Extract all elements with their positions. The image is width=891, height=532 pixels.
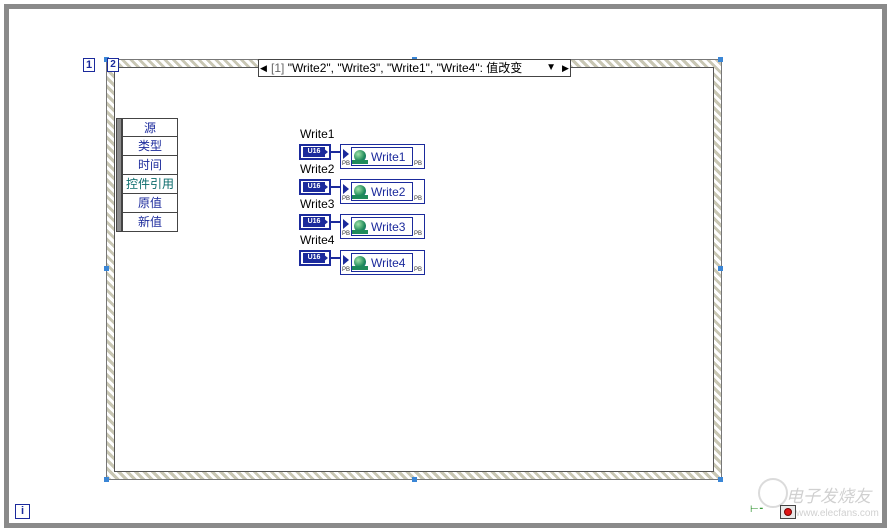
- property-ref: Write4: [351, 253, 413, 272]
- pb-label-right: PB: [413, 196, 422, 202]
- property-node[interactable]: Write2 PB PB: [340, 179, 425, 204]
- event-timeout-terminal[interactable]: 2: [107, 58, 119, 72]
- indicator-label: Write4: [300, 233, 335, 247]
- event-data-field-newval[interactable]: 新值: [122, 213, 178, 232]
- property-name: Write3: [371, 220, 406, 234]
- output-arrow-icon: [323, 218, 328, 226]
- pb-label-right: PB: [413, 231, 422, 237]
- property-name: Write1: [371, 150, 406, 164]
- wire[interactable]: [331, 221, 340, 223]
- event-data-field-time[interactable]: 时间: [122, 156, 178, 175]
- resize-handle-bottom-right[interactable]: [718, 477, 723, 482]
- property-ref: Write3: [351, 217, 413, 236]
- input-arrow-icon: [343, 255, 349, 265]
- pb-label-right: PB: [413, 161, 422, 167]
- resize-handle-top-right[interactable]: [718, 57, 723, 62]
- wire[interactable]: [331, 151, 340, 153]
- input-arrow-icon: [343, 184, 349, 194]
- input-arrow-icon: [343, 149, 349, 159]
- output-arrow-icon: [323, 254, 328, 262]
- resize-handle-mid-right[interactable]: [718, 266, 723, 271]
- property-name: Write4: [371, 256, 406, 270]
- property-node[interactable]: Write1 PB PB: [340, 144, 425, 169]
- pb-label: PB: [342, 196, 351, 202]
- u16-type-tag: U16: [303, 182, 325, 192]
- u16-terminal[interactable]: U16: [299, 214, 331, 230]
- property-ref: Write2: [351, 182, 413, 201]
- pb-label: PB: [342, 161, 351, 167]
- event-data-field-source[interactable]: 源: [122, 118, 178, 137]
- resize-handle-bottom-left[interactable]: [104, 477, 109, 482]
- stop-icon: [784, 508, 792, 516]
- pb-label-right: PB: [413, 267, 422, 273]
- u16-type-tag: U16: [303, 253, 325, 263]
- u16-type-tag: U16: [303, 147, 325, 157]
- indicator-label: Write2: [300, 162, 335, 176]
- wire[interactable]: [331, 257, 340, 259]
- event-case-selector[interactable]: ◀ [1] "Write2", "Write3", "Write1", "Wri…: [258, 59, 571, 77]
- output-arrow-icon: [323, 183, 328, 191]
- property-node[interactable]: Write3 PB PB: [340, 214, 425, 239]
- watermark: 电子发烧友 www.elecfans.com: [758, 478, 884, 523]
- case-prev-arrow-icon[interactable]: ◀: [259, 60, 268, 76]
- pb-label: PB: [342, 267, 351, 273]
- property-node[interactable]: Write4 PB PB: [340, 250, 425, 275]
- u16-terminal[interactable]: U16: [299, 179, 331, 195]
- u16-terminal[interactable]: U16: [299, 250, 331, 266]
- globe-base-icon: [352, 266, 368, 270]
- property-ref: Write1: [351, 147, 413, 166]
- resize-handle-mid-left[interactable]: [104, 266, 109, 271]
- resize-handle-bottom-center[interactable]: [412, 477, 417, 482]
- property-name: Write2: [371, 185, 406, 199]
- u16-terminal[interactable]: U16: [299, 144, 331, 160]
- watermark-text: 电子发烧友: [786, 487, 871, 507]
- pb-label: PB: [342, 231, 351, 237]
- wire[interactable]: [331, 186, 340, 188]
- u16-type-tag: U16: [303, 217, 325, 227]
- case-label: "Write2", "Write3", "Write1", "Write4": …: [287, 61, 523, 75]
- globe-base-icon: [352, 160, 368, 164]
- event-data-field-oldval[interactable]: 原值: [122, 194, 178, 213]
- globe-base-icon: [352, 230, 368, 234]
- input-arrow-icon: [343, 219, 349, 229]
- iteration-terminal[interactable]: i: [15, 504, 30, 519]
- indicator-label: Write1: [300, 127, 335, 141]
- case-next-arrow-icon[interactable]: ▶: [561, 60, 570, 76]
- stop-terminal[interactable]: [780, 505, 796, 519]
- case-index: [1]: [271, 61, 285, 75]
- indicator-label: Write3: [300, 197, 335, 211]
- globe-base-icon: [352, 195, 368, 199]
- loop-stop-constant[interactable]: 1: [83, 58, 95, 72]
- event-data-field-type[interactable]: 类型: [122, 137, 178, 156]
- case-dropdown-icon[interactable]: ▼: [546, 60, 556, 76]
- watermark-url: www.elecfans.com: [796, 508, 879, 519]
- output-arrow-icon: [323, 148, 328, 156]
- boolean-wire-icon[interactable]: ⊢⁃: [750, 504, 770, 520]
- event-data-field-ctlref[interactable]: 控件引用: [122, 175, 178, 194]
